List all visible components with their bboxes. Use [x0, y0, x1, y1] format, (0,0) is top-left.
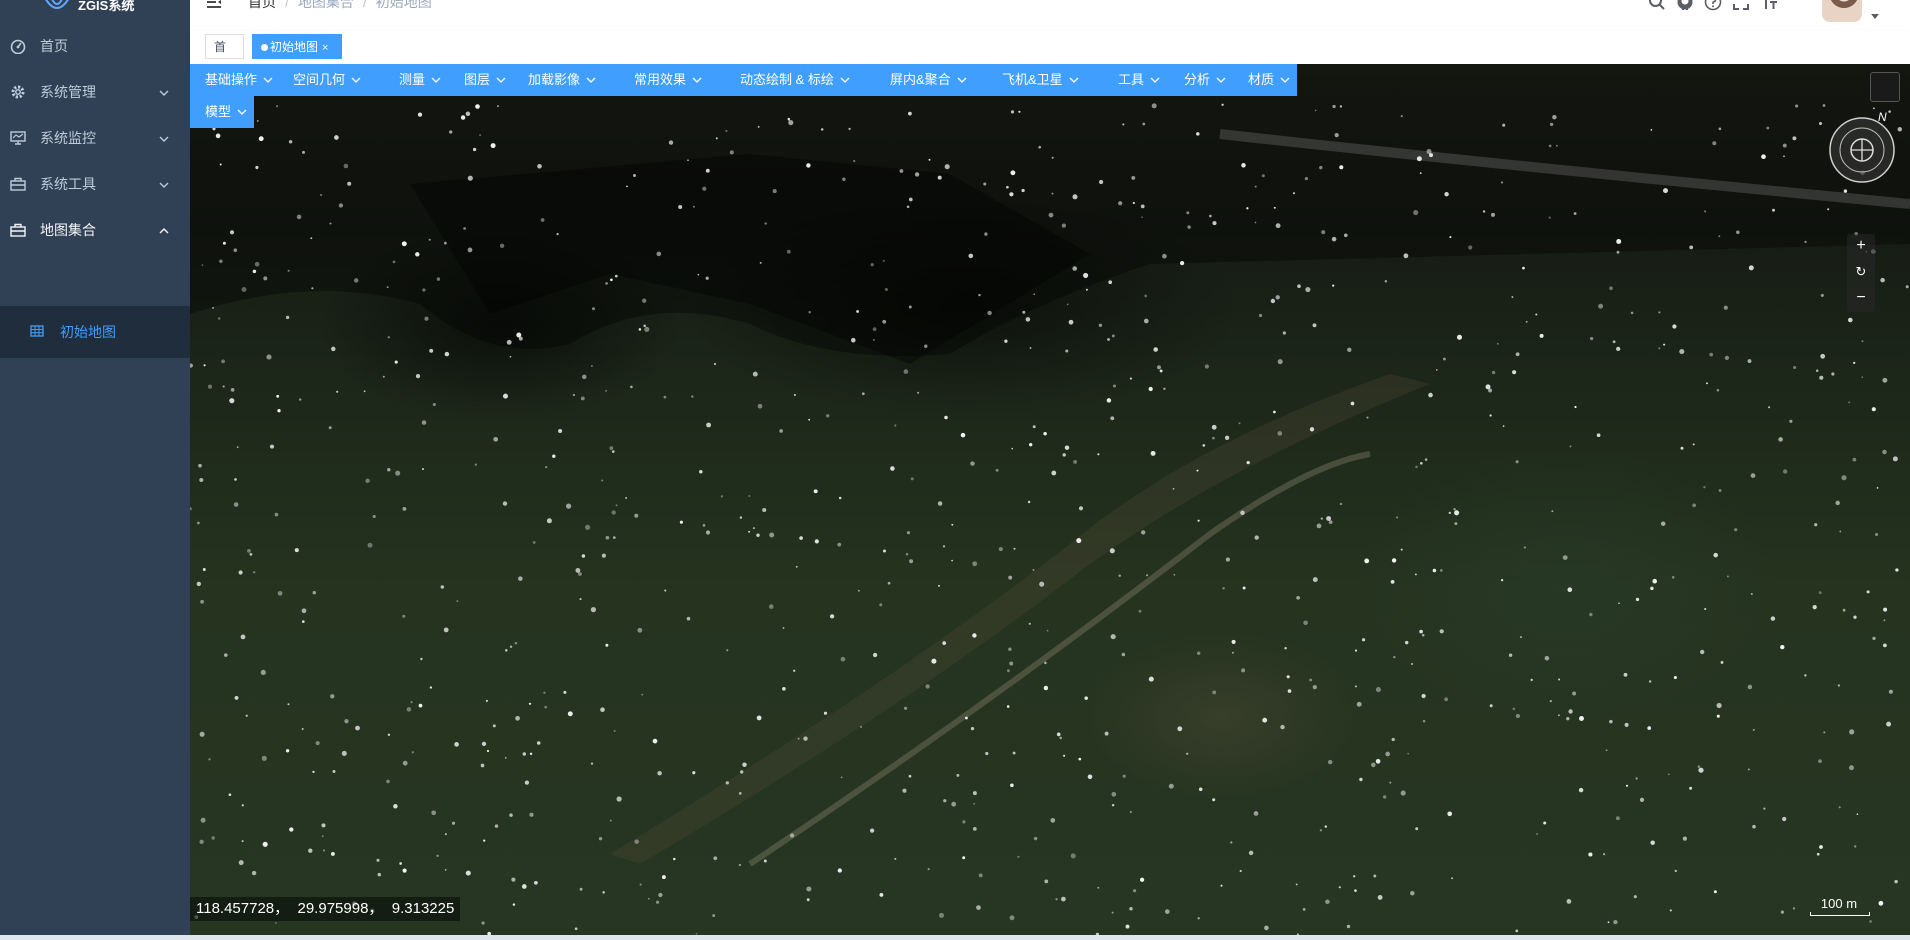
chevron-down-icon — [263, 65, 273, 97]
tag-home[interactable]: 首页 — [205, 34, 244, 79]
toolbox-icon — [10, 222, 26, 238]
menu-model[interactable]: 模型 — [190, 96, 254, 128]
zoom-in-button[interactable]: + — [1847, 234, 1875, 258]
help-icon[interactable] — [1704, 0, 1722, 11]
active-dot — [261, 44, 268, 51]
logo[interactable]: ZGIS系统 — [0, 0, 190, 18]
breadcrumb-item[interactable]: 地图集合 — [298, 0, 354, 10]
breadcrumb-item: 初始地图 — [375, 0, 432, 10]
zoom-out-button[interactable]: − — [1847, 286, 1875, 310]
tags-view: 首页 初始地图× — [190, 31, 1910, 79]
sidebar: ZGIS系统 首页 系统管理 系统监控 系统工具 地图集合 初始地图 — [0, 0, 190, 935]
bottom-strip — [0, 935, 1910, 940]
coordinate-readout: 118.457728， 29.975998， 9.313225 — [190, 897, 461, 921]
chevron-down-icon — [158, 132, 170, 144]
chevron-down-icon — [351, 65, 361, 97]
chevron-down-icon — [1150, 65, 1160, 97]
gear-icon — [10, 84, 26, 100]
sidebar-subitem-initial-map[interactable]: 初始地图 — [0, 306, 190, 358]
longitude: 118.457728 — [196, 900, 275, 917]
breadcrumb-item[interactable]: 首页 — [248, 0, 276, 10]
github-icon[interactable] — [1676, 0, 1694, 11]
toolbox-icon — [10, 176, 26, 192]
menu-tools[interactable]: 工具 — [1103, 64, 1169, 96]
scale-bar: 100 m — [1804, 894, 1874, 916]
app-title: ZGIS系统 — [78, 0, 135, 13]
menu-cluster[interactable]: 屏内&聚合 — [875, 64, 987, 96]
chevron-up-icon — [158, 224, 170, 236]
chevron-down-icon — [586, 65, 596, 97]
compass-north-label: N — [1878, 110, 1887, 124]
zoom-control: + ↻ − — [1847, 234, 1875, 312]
tag-label: 初始地图 — [270, 40, 319, 54]
compass[interactable]: N — [1826, 110, 1898, 184]
menu-measure[interactable]: 测量 — [384, 64, 449, 96]
sidebar-item-map-collection[interactable]: 地图集合 — [0, 202, 190, 258]
menu-layers[interactable]: 图层 — [449, 64, 513, 96]
chevron-down-icon — [840, 65, 850, 97]
monitor-icon — [10, 130, 26, 146]
table-icon — [30, 324, 44, 338]
map-mode-toggle[interactable] — [1870, 72, 1900, 102]
menu-load-imagery[interactable]: 加载影像 — [513, 64, 619, 96]
hamburger-icon[interactable] — [205, 0, 223, 11]
logo-icon — [44, 0, 70, 13]
height: 9.313225 — [391, 900, 455, 917]
chevron-down-icon — [431, 65, 441, 97]
scale-line — [1810, 912, 1870, 916]
tag-initial-map[interactable]: 初始地图 × — [252, 34, 342, 59]
font-size-icon[interactable] — [1760, 0, 1778, 11]
menu-basic-ops[interactable]: 基础操作 — [190, 64, 278, 96]
fullscreen-icon[interactable] — [1732, 0, 1750, 11]
chevron-down-icon — [496, 65, 506, 97]
chevron-down-icon — [158, 178, 170, 190]
chevron-down-icon — [1216, 65, 1226, 97]
chevron-down-icon — [1280, 65, 1290, 97]
avatar[interactable] — [1822, 0, 1862, 22]
menu-dynamic-draw[interactable]: 动态绘制 & 标绘 — [725, 64, 875, 96]
menu-common-effects[interactable]: 常用效果 — [619, 64, 725, 96]
close-icon[interactable]: × — [322, 42, 328, 54]
chevron-down-icon — [158, 86, 170, 98]
menu-aircraft-satellite[interactable]: 飞机&卫星 — [987, 64, 1103, 96]
map-viewer[interactable]: 基础操作 空间几何 测量 图层 加载影像 常用效果 动态绘制 & 标绘 屏内&聚… — [190, 64, 1910, 935]
light-points-layer — [190, 103, 1909, 935]
chevron-down-icon — [1069, 65, 1079, 97]
dashboard-icon — [10, 38, 26, 54]
latitude: 29.975998 — [297, 900, 369, 917]
menu-analysis[interactable]: 分析 — [1169, 64, 1233, 96]
scale-label: 100 m — [1820, 896, 1858, 911]
search-icon[interactable] — [1648, 0, 1666, 11]
sidebar-subitem-label: 初始地图 — [60, 324, 116, 340]
chevron-down-icon — [237, 97, 247, 129]
navbar: 首页 / 地图集合 / 初始地图 — [190, 0, 1910, 30]
menu-spatial-geometry[interactable]: 空间几何 — [278, 64, 384, 96]
caret-down-icon[interactable] — [1870, 8, 1880, 19]
menu-material[interactable]: 材质 — [1233, 64, 1297, 96]
breadcrumb: 首页 / 地图集合 / 初始地图 — [248, 0, 432, 10]
chevron-down-icon — [957, 65, 967, 97]
chevron-down-icon — [692, 65, 702, 97]
sidebar-item-label: 地图集合 — [40, 222, 96, 238]
reset-view-button[interactable]: ↻ — [1847, 260, 1875, 284]
